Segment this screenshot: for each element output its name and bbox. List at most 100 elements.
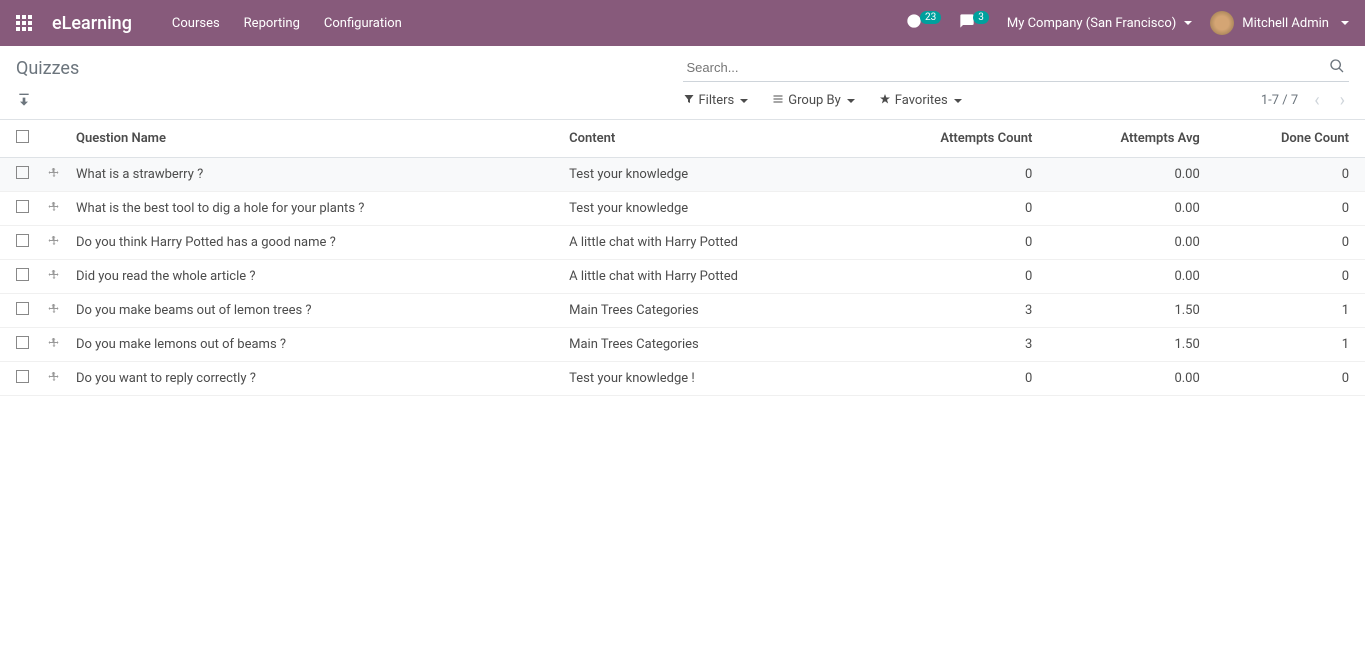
cell-name: Do you want to reply correctly ?	[68, 362, 561, 396]
caret-down-icon	[847, 99, 855, 103]
cell-done-count: 1	[1216, 294, 1365, 328]
quiz-table: Question Name Content Attempts Count Att…	[0, 120, 1365, 396]
cell-done-count: 0	[1216, 192, 1365, 226]
drag-handle-icon[interactable]	[48, 338, 60, 353]
app-brand[interactable]: eLearning	[52, 13, 132, 34]
nav-reporting[interactable]: Reporting	[244, 16, 300, 31]
nav-right: 23 3 My Company (San Francisco) Mitchell…	[906, 11, 1349, 35]
user-menu[interactable]: Mitchell Admin	[1210, 11, 1349, 35]
select-all-checkbox[interactable]	[16, 130, 29, 143]
cell-done-count: 0	[1216, 226, 1365, 260]
cell-done-count: 0	[1216, 362, 1365, 396]
company-switcher[interactable]: My Company (San Francisco)	[1007, 16, 1192, 31]
drag-handle-icon[interactable]	[48, 372, 60, 387]
drag-handle-icon[interactable]	[48, 304, 60, 319]
cell-content: A little chat with Harry Potted	[561, 226, 860, 260]
star-icon	[879, 93, 891, 109]
header-attempts-avg[interactable]: Attempts Avg	[1048, 120, 1215, 158]
avatar	[1210, 11, 1234, 35]
drag-handle-icon[interactable]	[48, 202, 60, 217]
row-checkbox[interactable]	[16, 302, 29, 315]
cell-attempts-avg: 0.00	[1048, 192, 1215, 226]
cell-attempts-avg: 1.50	[1048, 328, 1215, 362]
table-row[interactable]: Do you make lemons out of beams ? Main T…	[0, 328, 1365, 362]
table-row[interactable]: Did you read the whole article ? A littl…	[0, 260, 1365, 294]
cell-content: Test your knowledge	[561, 192, 860, 226]
row-checkbox[interactable]	[16, 336, 29, 349]
cell-content: A little chat with Harry Potted	[561, 260, 860, 294]
cell-attempts-count: 0	[861, 260, 1049, 294]
company-label: My Company (San Francisco)	[1007, 16, 1176, 31]
search-icon[interactable]	[1329, 58, 1345, 78]
cell-attempts-count: 0	[861, 158, 1049, 192]
nav-configuration[interactable]: Configuration	[324, 16, 402, 31]
table-row[interactable]: Do you think Harry Potted has a good nam…	[0, 226, 1365, 260]
cell-attempts-avg: 0.00	[1048, 226, 1215, 260]
caret-down-icon	[1184, 21, 1192, 25]
cell-content: Test your knowledge !	[561, 362, 860, 396]
row-checkbox[interactable]	[16, 234, 29, 247]
caret-down-icon	[740, 99, 748, 103]
cell-name: Do you make beams out of lemon trees ?	[68, 294, 561, 328]
cell-name: Do you make lemons out of beams ?	[68, 328, 561, 362]
cell-done-count: 0	[1216, 158, 1365, 192]
search-box	[683, 54, 1350, 82]
control-panel: Quizzes Filters Group By Favorites	[0, 46, 1365, 120]
filters-button[interactable]: Filters	[683, 90, 749, 111]
list-icon	[772, 93, 784, 109]
cell-attempts-avg: 0.00	[1048, 158, 1215, 192]
cell-attempts-avg: 0.00	[1048, 362, 1215, 396]
apps-icon[interactable]	[16, 15, 32, 31]
cell-content: Main Trees Categories	[561, 294, 860, 328]
filters-label: Filters	[699, 93, 735, 108]
pager-prev[interactable]: ‹	[1310, 90, 1323, 111]
activity-button[interactable]: 23	[906, 13, 941, 33]
table-row[interactable]: Do you make beams out of lemon trees ? M…	[0, 294, 1365, 328]
nav-courses[interactable]: Courses	[172, 16, 220, 31]
cell-attempts-avg: 0.00	[1048, 260, 1215, 294]
cell-attempts-count: 3	[861, 294, 1049, 328]
table-row[interactable]: What is the best tool to dig a hole for …	[0, 192, 1365, 226]
row-checkbox[interactable]	[16, 166, 29, 179]
row-checkbox[interactable]	[16, 200, 29, 213]
cell-done-count: 0	[1216, 260, 1365, 294]
cell-attempts-avg: 1.50	[1048, 294, 1215, 328]
header-name[interactable]: Question Name	[68, 120, 561, 158]
caret-down-icon	[1341, 21, 1349, 25]
drag-handle-icon[interactable]	[48, 270, 60, 285]
cell-done-count: 1	[1216, 328, 1365, 362]
pager-next[interactable]: ›	[1336, 90, 1349, 111]
messages-badge: 3	[973, 11, 989, 24]
cell-name: What is a strawberry ?	[68, 158, 561, 192]
pager-text[interactable]: 1-7 / 7	[1261, 93, 1298, 108]
row-checkbox[interactable]	[16, 268, 29, 281]
drag-handle-icon[interactable]	[48, 168, 60, 183]
funnel-icon	[683, 93, 695, 109]
table-row[interactable]: Do you want to reply correctly ? Test yo…	[0, 362, 1365, 396]
cell-attempts-count: 3	[861, 328, 1049, 362]
cell-attempts-count: 0	[861, 192, 1049, 226]
groupby-label: Group By	[788, 93, 841, 108]
search-input[interactable]	[683, 54, 1350, 82]
drag-handle-icon[interactable]	[48, 236, 60, 251]
navbar: eLearning Courses Reporting Configuratio…	[0, 0, 1365, 46]
cell-content: Test your knowledge	[561, 158, 860, 192]
cell-attempts-count: 0	[861, 226, 1049, 260]
table-row[interactable]: What is a strawberry ? Test your knowled…	[0, 158, 1365, 192]
cell-content: Main Trees Categories	[561, 328, 860, 362]
cell-name: Did you read the whole article ?	[68, 260, 561, 294]
favorites-button[interactable]: Favorites	[879, 90, 962, 111]
pager: 1-7 / 7 ‹ ›	[1261, 90, 1349, 111]
messages-button[interactable]: 3	[959, 13, 989, 33]
export-button[interactable]	[16, 91, 32, 111]
favorites-label: Favorites	[895, 93, 948, 108]
groupby-button[interactable]: Group By	[772, 90, 855, 111]
nav-links: Courses Reporting Configuration	[172, 16, 402, 31]
breadcrumb: Quizzes	[16, 58, 79, 79]
caret-down-icon	[954, 99, 962, 103]
header-content[interactable]: Content	[561, 120, 860, 158]
activity-badge: 23	[920, 11, 941, 24]
row-checkbox[interactable]	[16, 370, 29, 383]
header-attempts-count[interactable]: Attempts Count	[861, 120, 1049, 158]
header-done-count[interactable]: Done Count	[1216, 120, 1365, 158]
